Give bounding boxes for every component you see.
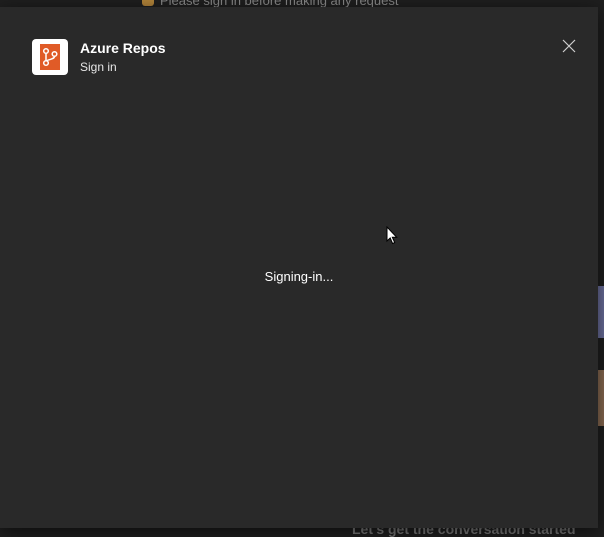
background-side-strip (598, 286, 604, 338)
close-icon (562, 39, 576, 53)
mouse-pointer-icon (386, 225, 398, 250)
warning-icon (142, 0, 154, 6)
app-name: Azure Repos (80, 40, 166, 56)
dialog-subtitle: Sign in (80, 60, 117, 74)
signing-in-status: Signing-in... (264, 269, 334, 284)
app-logo (32, 39, 68, 75)
sign-in-dialog: Azure Repos Sign in Signing-in... (0, 7, 598, 528)
azure-repos-icon (40, 44, 60, 70)
background-side-strip (598, 370, 604, 426)
close-button[interactable] (558, 35, 580, 57)
